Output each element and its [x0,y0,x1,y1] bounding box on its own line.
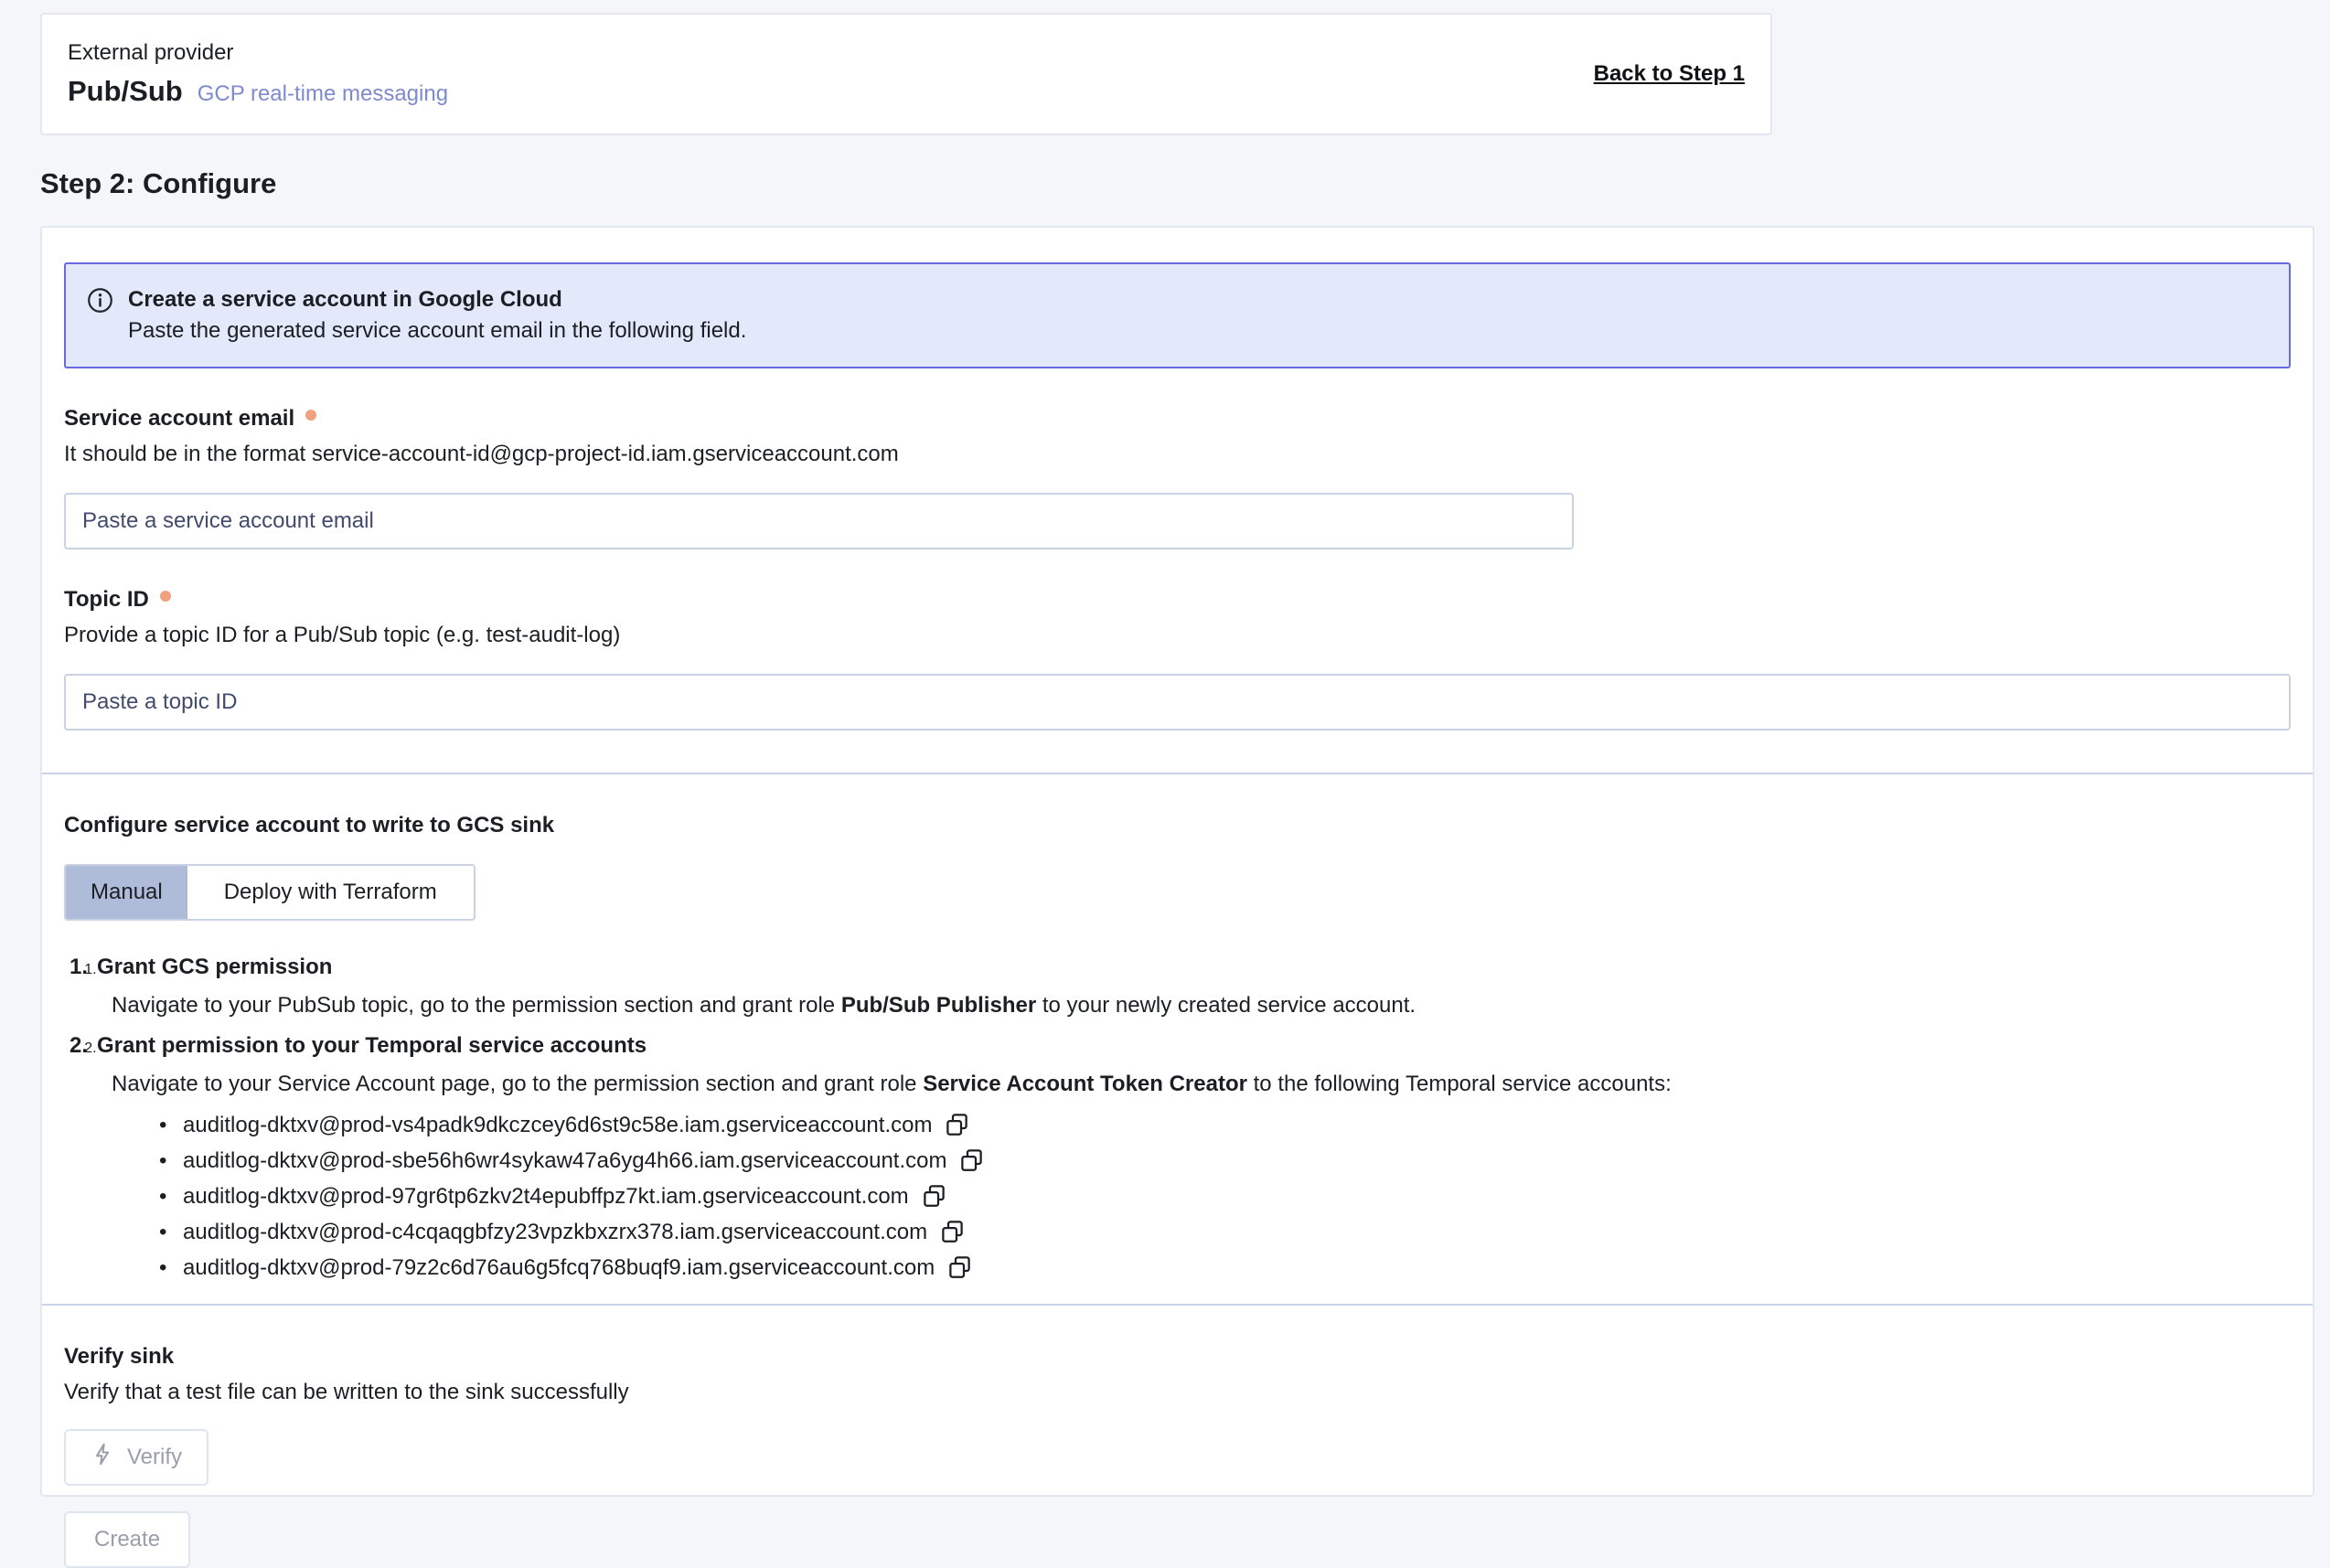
topic-id-label: Topic ID [64,587,2291,613]
page-title: Step 2: Configure [40,167,276,200]
configure-form-card: Create a service account in Google Cloud… [40,226,2314,1497]
step-title-text: Grant GCS permission [97,950,332,985]
step-body-role: Pub/Sub Publisher [841,993,1036,1018]
step-title: 2. Grant permission to your Temporal ser… [101,1029,2291,1063]
service-account-item: • auditlog-dktxv@prod-97gr6tp6zkv2t4epub… [159,1179,2291,1214]
create-button[interactable]: Create [64,1511,190,1568]
verify-button-row: Verify [64,1405,2291,1486]
lightning-icon [91,1442,115,1473]
copy-icon [947,1254,972,1282]
copy-icon [945,1112,969,1139]
info-banner: Create a service account in Google Cloud… [64,262,2291,368]
service-account-email: auditlog-dktxv@prod-sbe56h6wr4sykaw47a6y… [183,1143,946,1179]
bullet: • [159,1250,183,1285]
service-account-list: • auditlog-dktxv@prod-vs4padk9dkczcey6d6… [159,1107,2291,1285]
step-body: Navigate to your Service Account page, g… [112,1067,2291,1102]
sink-steps-list: 1. Grant GCS permission Navigate to your… [64,950,2291,1285]
step-body-suffix: to your newly created service account. [1036,993,1416,1018]
bullet: • [159,1143,183,1179]
copy-icon [940,1219,965,1246]
info-banner-title: Create a service account in Google Cloud [128,284,746,315]
topic-id-input[interactable] [64,674,2291,731]
provider-name: Pub/Sub [68,75,183,108]
required-indicator [305,410,316,421]
service-account-item: • auditlog-dktxv@prod-sbe56h6wr4sykaw47a… [159,1143,2291,1179]
service-account-email: auditlog-dktxv@prod-vs4padk9dkczcey6d6st… [183,1107,932,1143]
copy-icon [959,1147,984,1175]
copy-button[interactable] [959,1147,984,1175]
step-body-prefix: Navigate to your Service Account page, g… [112,1072,923,1096]
step-number: 1. [69,950,88,985]
info-icon [86,286,114,315]
bullet: • [159,1107,183,1143]
topic-id-description: Provide a topic ID for a Pub/Sub topic (… [64,623,2291,648]
copy-button[interactable] [940,1219,965,1246]
sink-section-heading: Configure service account to write to GC… [64,813,2291,838]
tab-deploy-with-terraform[interactable]: Deploy with Terraform [187,866,474,919]
verify-button[interactable]: Verify [64,1429,208,1486]
step-title: 1. Grant GCS permission [101,950,2291,985]
step-number: 2. [69,1029,88,1063]
create-button-row: Create [64,1486,2291,1568]
copy-button[interactable] [922,1183,946,1211]
service-account-item: • auditlog-dktxv@prod-79z2c6d76au6g5fcq7… [159,1250,2291,1285]
verify-sink-description: Verify that a test file can be written t… [64,1380,2291,1405]
service-account-email-description: It should be in the format service-accou… [64,442,2291,467]
copy-button[interactable] [945,1112,969,1139]
provider-header-card: External provider Pub/Sub GCP real-time … [40,13,1772,135]
service-account-email-label: Service account email [64,406,2291,432]
verify-sink-heading: Verify sink [64,1344,2291,1370]
provider-info: External provider Pub/Sub GCP real-time … [68,40,448,108]
step-body-role: Service Account Token Creator [923,1072,1247,1096]
service-account-item: • auditlog-dktxv@prod-vs4padk9dkczcey6d6… [159,1107,2291,1143]
service-account-item: • auditlog-dktxv@prod-c4cqaqgbfzy23vpzkb… [159,1214,2291,1250]
provider-subtitle: GCP real-time messaging [198,81,448,107]
step-grant-gcs-permission: 1. Grant GCS permission Navigate to your… [101,950,2291,1023]
section-divider [42,1304,2313,1306]
step-body-suffix: to the following Temporal service accoun… [1247,1072,1672,1096]
step-body-prefix: Navigate to your PubSub topic, go to the… [112,993,841,1018]
verify-button-label: Verify [127,1445,182,1470]
bullet: • [159,1179,183,1214]
bullet: • [159,1214,183,1250]
service-account-email-label-text: Service account email [64,406,294,432]
topic-id-label-text: Topic ID [64,587,149,613]
info-banner-text: Create a service account in Google Cloud… [128,284,746,347]
required-indicator [160,591,171,602]
step-grant-temporal-permission: 2. Grant permission to your Temporal ser… [101,1029,2291,1285]
provider-eyebrow: External provider [68,40,448,66]
info-banner-body: Paste the generated service account emai… [128,315,746,347]
step-body: Navigate to your PubSub topic, go to the… [112,988,2291,1023]
back-to-step1-link[interactable]: Back to Step 1 [1594,61,1745,87]
create-button-label: Create [94,1527,160,1552]
tab-manual[interactable]: Manual [66,866,187,919]
service-account-email-input[interactable] [64,493,1574,549]
service-account-email: auditlog-dktxv@prod-97gr6tp6zkv2t4epubff… [183,1179,909,1214]
section-divider [42,773,2313,774]
step-title-text: Grant permission to your Temporal servic… [97,1029,647,1063]
service-account-email: auditlog-dktxv@prod-79z2c6d76au6g5fcq768… [183,1250,935,1285]
service-account-email: auditlog-dktxv@prod-c4cqaqgbfzy23vpzkbxz… [183,1214,927,1250]
sink-config-tabs: Manual Deploy with Terraform [64,864,476,921]
provider-title-line: Pub/Sub GCP real-time messaging [68,75,448,108]
copy-button[interactable] [947,1254,972,1282]
copy-icon [922,1183,946,1211]
